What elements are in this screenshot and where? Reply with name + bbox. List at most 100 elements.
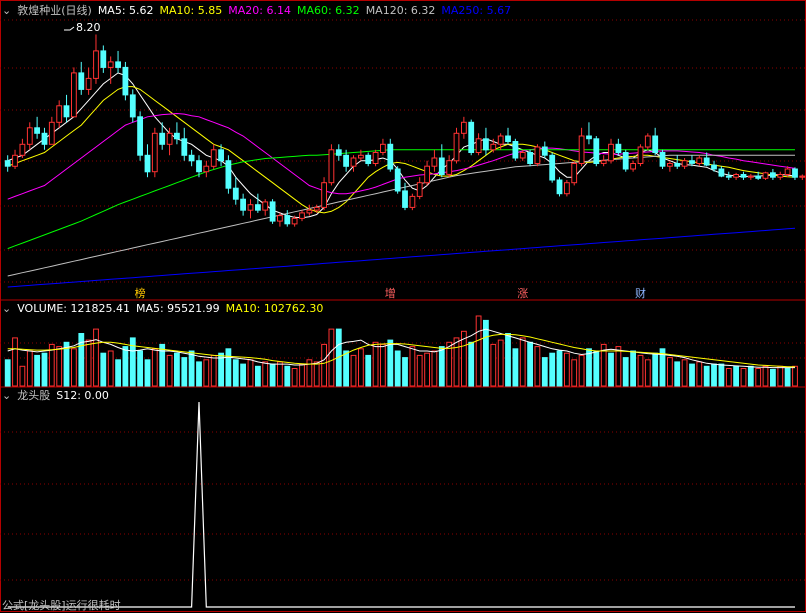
- volume-bar-up: [667, 357, 673, 387]
- candle: [505, 127, 511, 145]
- candle: [122, 61, 129, 101]
- candle: [696, 155, 703, 167]
- candle-body-up: [608, 143, 614, 162]
- candle-body-down: [689, 160, 695, 164]
- signal-title: 龙头股: [17, 389, 51, 402]
- candle: [78, 61, 85, 95]
- candle: [100, 45, 107, 73]
- candle: [299, 210, 305, 222]
- candle-body-up: [762, 172, 769, 179]
- candle: [394, 166, 401, 194]
- volume-bar-down: [652, 352, 659, 387]
- candle: [240, 193, 246, 216]
- candle: [564, 179, 570, 197]
- candle-body-down: [718, 168, 725, 177]
- candle: [659, 149, 666, 169]
- candle: [350, 155, 357, 172]
- candle: [674, 155, 681, 169]
- volume-bar-down: [78, 333, 85, 387]
- candle-body-down: [4, 160, 11, 167]
- stock-title: 敦煌种业(日线): [17, 4, 92, 17]
- candle: [740, 171, 747, 180]
- volume-bar-down: [468, 341, 475, 387]
- candle: [703, 152, 710, 167]
- chevron-down-icon[interactable]: ⌄: [2, 4, 11, 17]
- candle-body-up: [321, 182, 328, 208]
- main-indicators: MA5: 5.62 MA10: 5.85 MA20: 6.14 MA60: 6.32 M…: [98, 4, 517, 17]
- candle: [262, 199, 269, 216]
- candle-body-down: [652, 135, 659, 153]
- candle-body-up: [490, 143, 497, 151]
- candle: [483, 127, 489, 156]
- candle-body-up: [71, 72, 77, 118]
- volume-bars: [4, 315, 798, 387]
- chevron-down-icon[interactable]: ⌄: [2, 302, 11, 315]
- candle-body-down: [703, 157, 710, 166]
- candle-body-up: [328, 149, 335, 184]
- candle-body-up: [358, 154, 364, 159]
- candle: [468, 119, 475, 156]
- candle-body-up: [777, 174, 784, 178]
- candle-body-up: [12, 154, 18, 167]
- chevron-down-icon[interactable]: ⌄: [2, 389, 11, 402]
- candle: [512, 138, 519, 161]
- candle-body-down: [181, 138, 188, 156]
- candle-body-down: [122, 66, 129, 96]
- volume-bar-up: [26, 350, 33, 387]
- volume-bar-down: [269, 363, 276, 387]
- candle-body-down: [240, 198, 246, 211]
- candle-body-down: [232, 187, 239, 200]
- event-marker-0: 榜: [135, 286, 146, 300]
- volume-bar-down: [225, 348, 232, 387]
- volume-bar-up: [564, 352, 570, 387]
- candle-body-down: [438, 157, 445, 175]
- candle: [365, 152, 372, 167]
- candle-body-up: [667, 163, 673, 167]
- volume-bar-up: [490, 343, 497, 387]
- event-marker-3: 财: [635, 286, 646, 300]
- candle-body-up: [637, 146, 644, 164]
- vol-label-2: MA10: 102762.30: [225, 302, 324, 315]
- volume-bar-down: [630, 350, 637, 387]
- volume-bar-down: [402, 357, 408, 387]
- candle: [578, 127, 585, 167]
- volume-bar-up: [534, 346, 541, 387]
- candle: [380, 138, 386, 156]
- candle-body-down: [556, 179, 563, 195]
- candle-body-down: [196, 160, 202, 173]
- high-price-label: 8.20: [76, 21, 101, 34]
- candle-body-up: [446, 160, 453, 175]
- candle: [733, 172, 740, 180]
- signal-value: S12: 0.00: [56, 389, 109, 402]
- candle-body-up: [85, 77, 92, 90]
- vol-label-0: VOLUME: 121825.41: [17, 302, 130, 315]
- volume-bar-down: [549, 352, 556, 387]
- ma-label-3: MA60: 6.32: [296, 4, 360, 17]
- candle: [48, 116, 55, 145]
- signal-panel-header: ⌄ 龙头股 S12: 0.00: [2, 389, 115, 403]
- formula-status: 公式[龙头股]运行很耗时: [2, 599, 121, 612]
- volume-bar-down: [674, 361, 681, 387]
- candle-body-up: [26, 127, 33, 145]
- candle-body-up: [93, 50, 99, 79]
- candle-body-up: [681, 160, 688, 167]
- volume-bar-up: [409, 346, 416, 387]
- candle-body-up: [409, 195, 416, 208]
- candle-body-up: [696, 157, 703, 164]
- candle-body-up: [306, 209, 313, 214]
- volume-bar-up: [71, 348, 77, 387]
- candle: [328, 144, 335, 186]
- candle: [225, 155, 232, 194]
- candle: [600, 155, 607, 167]
- volume-bar-up: [166, 354, 173, 387]
- candle: [747, 173, 754, 180]
- candle-body-down: [512, 141, 519, 159]
- ma-label-5: MA250: 5.67: [441, 4, 512, 17]
- candle-body-down: [100, 50, 107, 68]
- ma-label-2: MA20: 6.14: [228, 4, 291, 17]
- volume-bar-up: [755, 368, 762, 387]
- candle-body-down: [483, 138, 489, 151]
- candle-body-up: [350, 157, 357, 167]
- candle: [174, 122, 180, 145]
- candle-body-down: [218, 149, 224, 162]
